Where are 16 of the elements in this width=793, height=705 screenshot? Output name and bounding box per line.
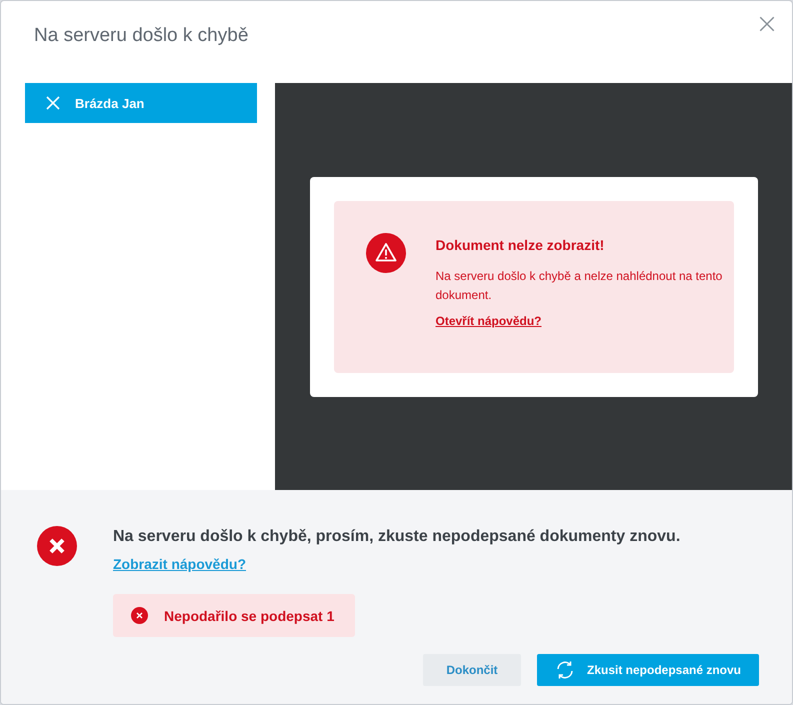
warning-icon — [366, 233, 406, 273]
close-button[interactable] — [758, 15, 776, 33]
signer-item[interactable]: Brázda Jan — [25, 83, 257, 123]
error-message: Na serveru došlo k chybě, prosím, zkuste nepodepsané dokumenty znovu. — [113, 528, 680, 546]
close-icon — [45, 95, 61, 111]
help-link[interactable]: Zobrazit nápovědu? — [113, 556, 246, 572]
error-icon — [37, 526, 77, 566]
error-title: Dokument nelze zobrazit! — [436, 237, 606, 253]
failure-text: Nepodařilo se podepsat 1 — [164, 608, 334, 624]
error-text: Na serveru došlo k chybě a nelze nahlédnout na tento dokument. — [436, 268, 724, 304]
finish-button[interactable]: Dokončit — [423, 654, 521, 686]
help-link[interactable]: Otevřít nápovědu? — [436, 314, 542, 328]
dialog-title: Na serveru došlo k chybě — [34, 25, 248, 47]
refresh-icon — [554, 660, 575, 680]
retry-button[interactable]: Zkusit nepodepsané znovu — [537, 654, 759, 686]
error-icon — [131, 607, 148, 624]
